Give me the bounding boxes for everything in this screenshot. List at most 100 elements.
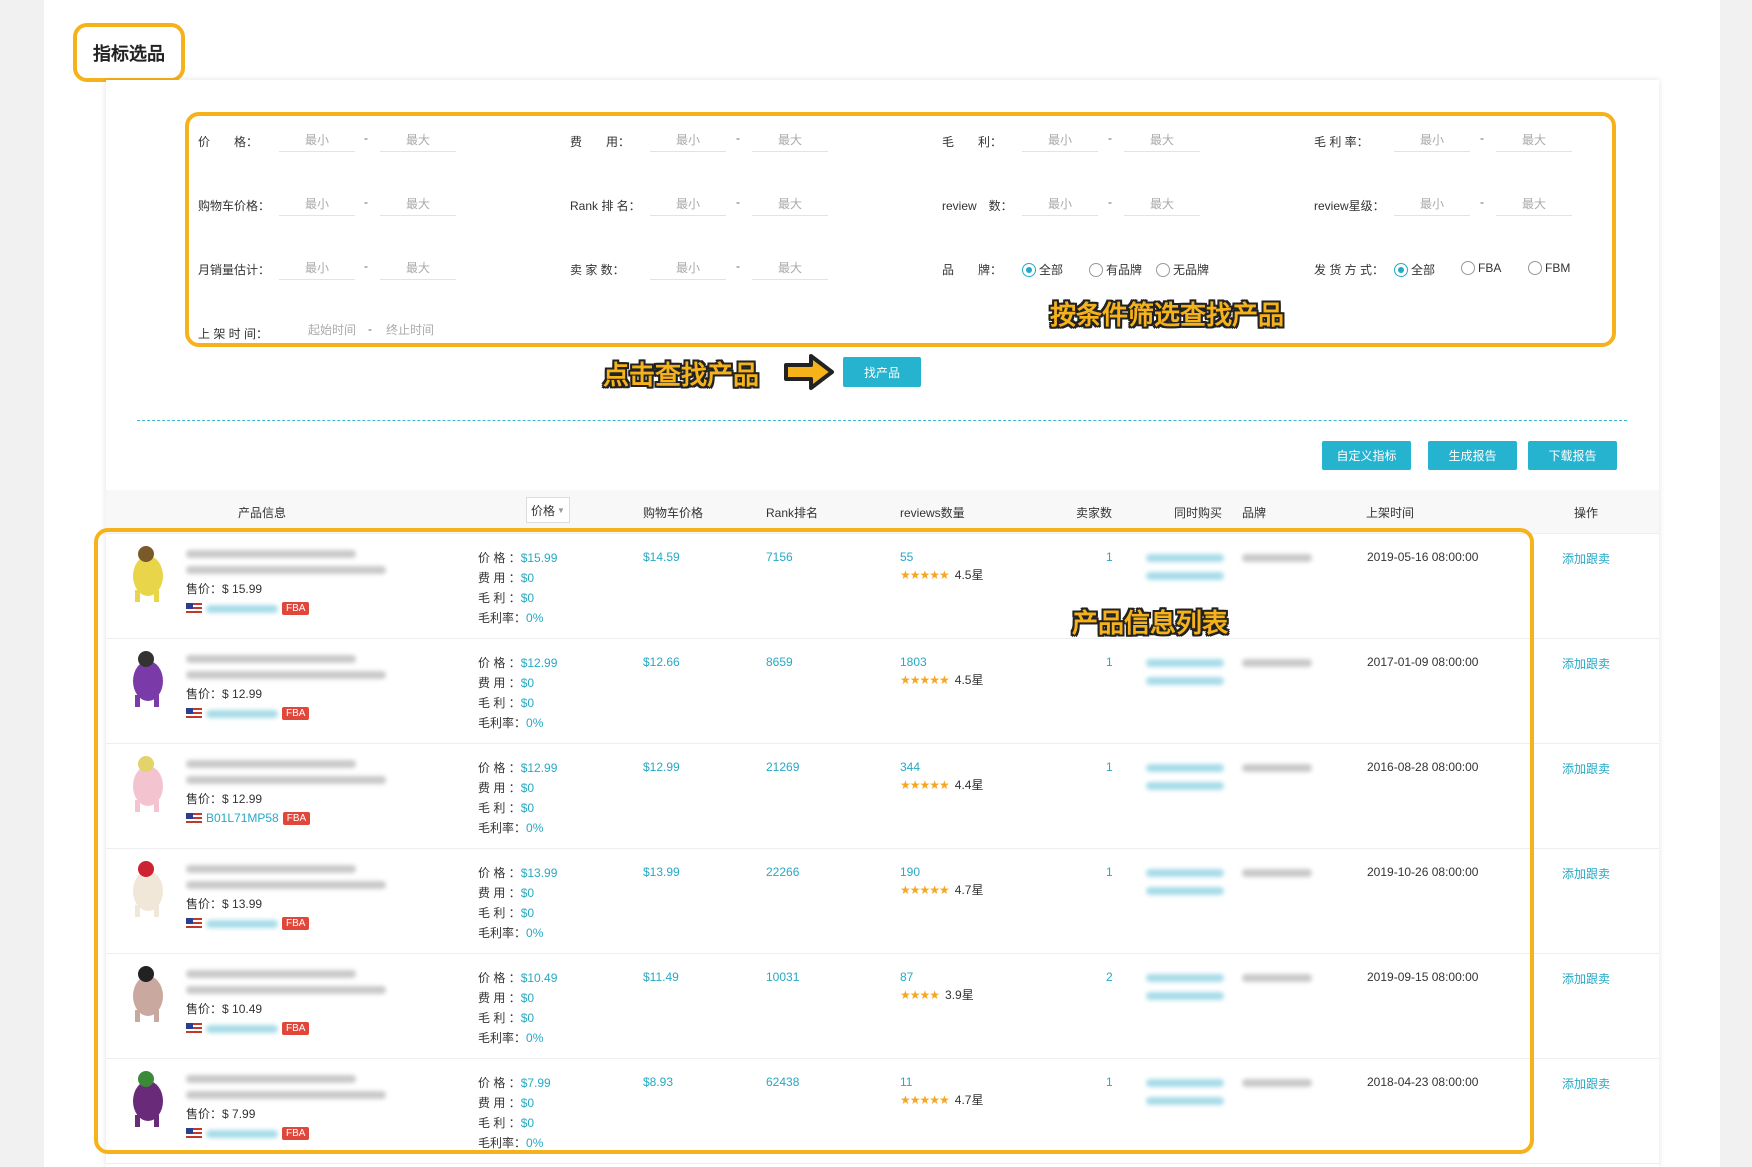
reviews-count[interactable]: 344 [900, 760, 920, 774]
reviews-count[interactable]: 190 [900, 865, 920, 879]
rating-text: 4.7星 [954, 883, 984, 897]
also-bought-blurred[interactable] [1146, 992, 1224, 1000]
product-thumbnail[interactable] [120, 542, 176, 604]
profit-max-input[interactable] [1124, 128, 1200, 152]
shipping-radio-all[interactable]: 全部 [1394, 261, 1435, 278]
profit-line-label: 毛 利 [478, 1116, 506, 1130]
product-title-blurred[interactable] [186, 865, 356, 873]
cart-price: $13.99 [643, 865, 680, 879]
review-rating-min-input[interactable] [1394, 192, 1470, 216]
rank-value[interactable]: 7156 [766, 550, 793, 564]
reviews-count[interactable]: 55 [900, 550, 913, 564]
sellers-count[interactable]: 1 [1106, 865, 1113, 879]
product-title-blurred[interactable] [186, 1075, 356, 1083]
fee-max-input[interactable] [752, 128, 828, 152]
rank-value[interactable]: 10031 [766, 970, 799, 984]
also-bought-blurred[interactable] [1146, 572, 1224, 580]
also-bought-blurred[interactable] [1146, 782, 1224, 790]
asin-link-blurred[interactable] [206, 919, 278, 928]
product-thumbnail[interactable] [120, 857, 176, 919]
monthly-sales-min-input[interactable] [279, 256, 355, 280]
rank-min-input[interactable] [650, 192, 726, 216]
add-follow-sell-link[interactable]: 添加跟卖 [1562, 760, 1610, 777]
sale-price: 售价：$ 15.99 [186, 580, 262, 597]
cart-price-min-input[interactable] [279, 192, 355, 216]
sellers-count[interactable]: 1 [1106, 655, 1113, 669]
range-dash: - [364, 195, 368, 209]
also-bought-blurred[interactable] [1146, 869, 1224, 877]
add-follow-sell-link[interactable]: 添加跟卖 [1562, 655, 1610, 672]
shipping-radio-fba[interactable]: FBA [1461, 261, 1501, 275]
review-rating-max-input[interactable] [1496, 192, 1572, 216]
range-dash: - [1480, 195, 1484, 209]
margin-min-input[interactable] [1394, 128, 1470, 152]
asin-link-blurred[interactable] [206, 1129, 278, 1138]
sellers-count[interactable]: 2 [1106, 970, 1113, 984]
end-time-input[interactable] [374, 318, 446, 342]
product-title-blurred[interactable] [186, 986, 386, 994]
rank-value[interactable]: 62438 [766, 1075, 799, 1089]
product-title-blurred[interactable] [186, 881, 386, 889]
generate-report-button[interactable]: 生成报告 [1428, 441, 1517, 470]
product-thumbnail[interactable] [120, 1067, 176, 1129]
product-title-blurred[interactable] [186, 550, 356, 558]
rank-value[interactable]: 22266 [766, 865, 799, 879]
also-bought-blurred[interactable] [1146, 659, 1224, 667]
product-title-blurred[interactable] [186, 760, 356, 768]
add-follow-sell-link[interactable]: 添加跟卖 [1562, 550, 1610, 567]
review-count-max-input[interactable] [1124, 192, 1200, 216]
also-bought-blurred[interactable] [1146, 554, 1224, 562]
shipping-radio-fbm[interactable]: FBM [1528, 261, 1570, 275]
price-min-input[interactable] [279, 128, 355, 152]
reviews-count[interactable]: 87 [900, 970, 913, 984]
add-follow-sell-link[interactable]: 添加跟卖 [1562, 970, 1610, 987]
find-products-button[interactable]: 找产品 [843, 357, 921, 387]
download-report-button[interactable]: 下载报告 [1528, 441, 1617, 470]
product-title-blurred[interactable] [186, 566, 386, 574]
also-bought-blurred[interactable] [1146, 1097, 1224, 1105]
add-follow-sell-link[interactable]: 添加跟卖 [1562, 865, 1610, 882]
reviews-count[interactable]: 11 [900, 1075, 912, 1089]
brand-radio-all[interactable]: 全部 [1022, 261, 1063, 278]
product-title-blurred[interactable] [186, 970, 356, 978]
sellers-min-input[interactable] [650, 256, 726, 280]
also-bought-blurred[interactable] [1146, 887, 1224, 895]
sellers-count[interactable]: 1 [1106, 1075, 1113, 1089]
profit-min-input[interactable] [1022, 128, 1098, 152]
also-bought-blurred[interactable] [1146, 974, 1224, 982]
cart-price: $12.99 [643, 760, 680, 774]
asin-link-blurred[interactable] [206, 604, 278, 613]
add-follow-sell-link[interactable]: 添加跟卖 [1562, 1075, 1610, 1092]
cart-price-max-input[interactable] [380, 192, 456, 216]
custom-metrics-button[interactable]: 自定义指标 [1322, 441, 1411, 470]
brand-radio-unbranded[interactable]: 无品牌 [1156, 261, 1209, 278]
price-sort-button[interactable]: 价格 ▼ [526, 497, 570, 523]
margin-max-input[interactable] [1496, 128, 1572, 152]
asin-link-blurred[interactable] [206, 709, 278, 718]
product-thumbnail[interactable] [120, 647, 176, 709]
also-bought-blurred[interactable] [1146, 1079, 1224, 1087]
start-time-input[interactable] [296, 318, 368, 342]
rank-max-input[interactable] [752, 192, 828, 216]
review-count-min-input[interactable] [1022, 192, 1098, 216]
product-thumbnail[interactable] [120, 752, 176, 814]
product-title-blurred[interactable] [186, 1091, 386, 1099]
price-max-input[interactable] [380, 128, 456, 152]
sellers-count[interactable]: 1 [1106, 760, 1113, 774]
asin-link-blurred[interactable] [206, 1024, 278, 1033]
product-title-blurred[interactable] [186, 776, 386, 784]
monthly-sales-max-input[interactable] [380, 256, 456, 280]
brand-radio-branded[interactable]: 有品牌 [1089, 261, 1142, 278]
rank-value[interactable]: 21269 [766, 760, 799, 774]
reviews-count[interactable]: 1803 [900, 655, 927, 669]
also-bought-blurred[interactable] [1146, 764, 1224, 772]
sellers-max-input[interactable] [752, 256, 828, 280]
fee-min-input[interactable] [650, 128, 726, 152]
also-bought-blurred[interactable] [1146, 677, 1224, 685]
product-thumbnail[interactable] [120, 962, 176, 1024]
product-title-blurred[interactable] [186, 655, 356, 663]
asin-link[interactable]: B01L71MP58 [206, 811, 279, 825]
product-title-blurred[interactable] [186, 671, 386, 679]
sellers-count[interactable]: 1 [1106, 550, 1113, 564]
rank-value[interactable]: 8659 [766, 655, 793, 669]
